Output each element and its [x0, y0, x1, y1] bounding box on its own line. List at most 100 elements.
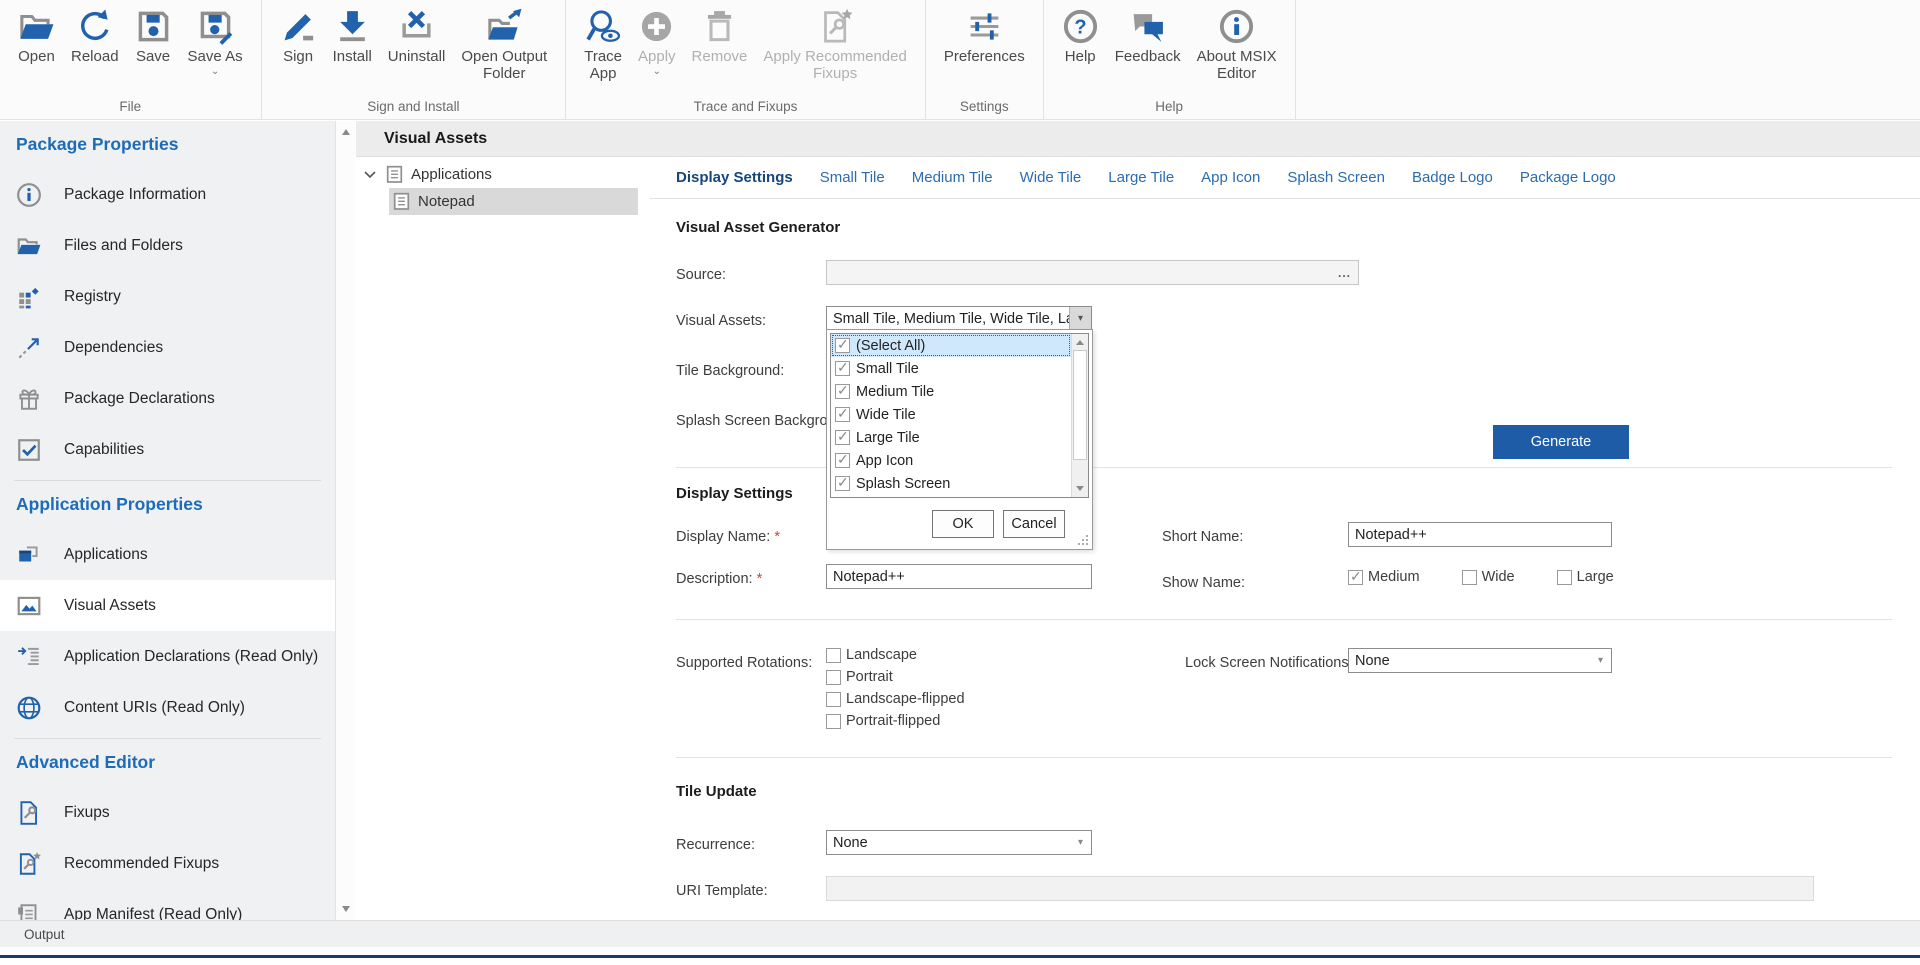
sidebar-item-files-and-folders[interactable]: Files and Folders: [0, 220, 335, 271]
cancel-button[interactable]: Cancel: [1003, 510, 1065, 538]
description-input[interactable]: [826, 564, 1092, 589]
remove-button[interactable]: Remove: [684, 6, 756, 67]
sidebar-item-application-declarations-read-only[interactable]: Application Declarations (Read Only): [0, 631, 335, 682]
ribbon-group-label: Help: [1054, 96, 1285, 119]
scroll-up-icon[interactable]: [342, 129, 350, 135]
checkbox[interactable]: [835, 361, 850, 376]
feedback-button[interactable]: Feedback: [1107, 6, 1189, 67]
output-bar[interactable]: Output: [0, 920, 1920, 947]
fixups-wrench-doc-icon: [16, 800, 42, 826]
rotation-checkbox-portrait[interactable]: Portrait: [826, 669, 965, 685]
help-button[interactable]: ?Help: [1054, 6, 1107, 67]
checkbox[interactable]: [1462, 570, 1477, 585]
show-name-checkbox-large[interactable]: Large: [1557, 569, 1614, 585]
checkbox[interactable]: [835, 476, 850, 491]
sidebar-item-label: Package Information: [64, 186, 206, 204]
dropdown-scrollbar[interactable]: [1071, 334, 1088, 497]
open-button[interactable]: Open: [10, 6, 63, 67]
scrollbar-thumb[interactable]: [1073, 350, 1087, 460]
dropdown-item-app-icon[interactable]: App Icon: [831, 449, 1071, 472]
checkbox[interactable]: [1557, 570, 1572, 585]
scroll-up-icon[interactable]: [1076, 340, 1084, 345]
dropdown-item-select-all[interactable]: (Select All): [831, 334, 1071, 357]
recurrence-select[interactable]: None ▾: [826, 830, 1092, 855]
tab-wide-tile[interactable]: Wide Tile: [1020, 169, 1082, 186]
show-name-checkbox-medium[interactable]: Medium: [1348, 569, 1420, 585]
tab-package-logo[interactable]: Package Logo: [1520, 169, 1616, 186]
sign-button[interactable]: Sign: [272, 6, 325, 67]
resize-grip[interactable]: [1076, 533, 1090, 547]
sidebar-item-label: Applications: [64, 546, 148, 564]
checkbox[interactable]: [826, 692, 841, 707]
rotation-checkbox-landscape-flipped[interactable]: Landscape-flipped: [826, 691, 965, 707]
sidebar-item-recommended-fixups[interactable]: Recommended Fixups: [0, 838, 335, 889]
dropdown-item-wide-tile[interactable]: Wide Tile: [831, 403, 1071, 426]
checkbox[interactable]: [835, 407, 850, 422]
checkbox[interactable]: [835, 453, 850, 468]
sidebar-item-app-manifest-read-only[interactable]: App Manifest (Read Only): [0, 889, 335, 920]
scroll-down-icon[interactable]: [342, 906, 350, 912]
sign-pencil-icon: [280, 8, 317, 45]
sidebar-item-fixups[interactable]: Fixups: [0, 787, 335, 838]
sidebar-item-package-information[interactable]: Package Information: [0, 169, 335, 220]
chevron-down-icon[interactable]: ▾: [1069, 307, 1091, 330]
app-declarations-list-icon: [16, 644, 42, 670]
sidebar-item-visual-assets[interactable]: Visual Assets: [0, 580, 335, 631]
sidebar-item-label: Content URIs (Read Only): [64, 699, 245, 717]
sidebar-item-package-declarations[interactable]: Package Declarations: [0, 373, 335, 424]
uninstall-button[interactable]: Uninstall: [380, 6, 454, 67]
rotation-checkbox-portrait-flipped[interactable]: Portrait-flipped: [826, 713, 965, 729]
checkbox[interactable]: [835, 430, 850, 445]
about-msix-button[interactable]: About MSIX Editor: [1189, 6, 1285, 85]
chevron-down-icon[interactable]: ⌄: [653, 67, 661, 77]
sidebar-item-dependencies[interactable]: Dependencies: [0, 322, 335, 373]
scroll-down-icon[interactable]: [1076, 486, 1084, 491]
install-button[interactable]: Install: [325, 6, 380, 67]
dropdown-item-large-tile[interactable]: Large Tile: [831, 426, 1071, 449]
tree-node-applications[interactable]: Applications: [356, 161, 650, 188]
sidebar-item-registry[interactable]: Registry: [0, 271, 335, 322]
dropdown-item-label: Wide Tile: [856, 407, 916, 423]
checkbox[interactable]: [1348, 570, 1363, 585]
browse-button[interactable]: ...: [1338, 266, 1358, 280]
visual-assets-combobox[interactable]: Small Tile, Medium Tile, Wide Tile, Larg…: [826, 306, 1092, 331]
sidebar-item-applications[interactable]: Applications: [0, 529, 335, 580]
sidebar-scrollbar[interactable]: [335, 121, 355, 920]
sidebar-item-capabilities[interactable]: Capabilities: [0, 424, 335, 475]
lock-screen-select[interactable]: None ▾: [1348, 648, 1612, 673]
show-name-checkbox-wide[interactable]: Wide: [1462, 569, 1515, 585]
rotation-checkbox-landscape[interactable]: Landscape: [826, 647, 965, 663]
apply-recommended-button[interactable]: Apply Recommended Fixups: [755, 6, 914, 85]
ok-button[interactable]: OK: [932, 510, 994, 538]
checkbox[interactable]: [826, 670, 841, 685]
checkbox[interactable]: [835, 338, 850, 353]
generate-button[interactable]: Generate: [1493, 425, 1629, 459]
dropdown-item-small-tile[interactable]: Small Tile: [831, 357, 1071, 380]
save-button[interactable]: Save: [127, 6, 180, 67]
tab-large-tile[interactable]: Large Tile: [1108, 169, 1174, 186]
checkbox[interactable]: [826, 648, 841, 663]
save-as-button[interactable]: Save As⌄: [180, 6, 251, 79]
checkbox[interactable]: [826, 714, 841, 729]
dropdown-item-splash-screen[interactable]: Splash Screen: [831, 472, 1071, 495]
tab-badge-logo[interactable]: Badge Logo: [1412, 169, 1493, 186]
checkbox[interactable]: [835, 384, 850, 399]
tree-node-notepad[interactable]: Notepad: [389, 188, 638, 215]
tab-splash-screen[interactable]: Splash Screen: [1287, 169, 1385, 186]
trace-button[interactable]: Trace App: [576, 6, 630, 85]
apply-button[interactable]: Apply⌄: [630, 6, 684, 79]
chevron-down-icon[interactable]: [364, 171, 382, 179]
chevron-down-icon[interactable]: ⌄: [211, 67, 219, 77]
preferences-button[interactable]: Preferences: [936, 6, 1033, 67]
sidebar-item-content-uris-read-only[interactable]: Content URIs (Read Only): [0, 682, 335, 733]
tab-medium-tile[interactable]: Medium Tile: [912, 169, 993, 186]
reload-button[interactable]: Reload: [63, 6, 127, 67]
tab-app-icon[interactable]: App Icon: [1201, 169, 1260, 186]
tab-small-tile[interactable]: Small Tile: [820, 169, 885, 186]
source-input[interactable]: ...: [826, 260, 1359, 285]
open-output-button[interactable]: Open Output Folder: [453, 6, 555, 85]
short-name-input[interactable]: [1348, 522, 1612, 547]
dropdown-item-medium-tile[interactable]: Medium Tile: [831, 380, 1071, 403]
ribbon-group-label: Trace and Fixups: [576, 96, 915, 119]
tab-display-settings[interactable]: Display Settings: [676, 169, 793, 186]
